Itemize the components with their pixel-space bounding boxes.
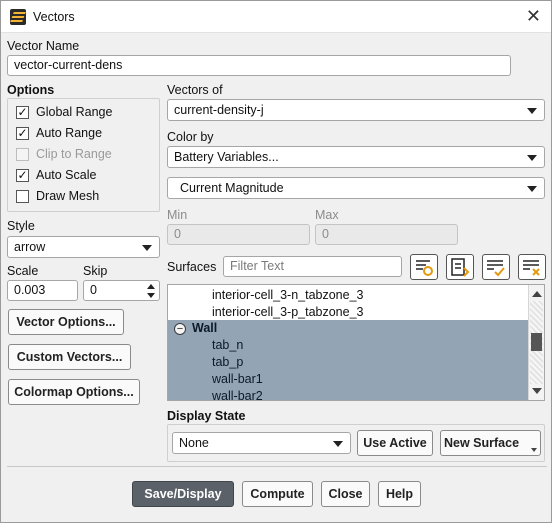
compute-button[interactable]: Compute [242, 481, 313, 507]
chevron-down-icon [333, 441, 343, 447]
list-item-label: wall-bar2 [212, 389, 263, 401]
display-state-dropdown[interactable]: None [172, 432, 351, 454]
new-surface-label: New Surface [444, 436, 520, 450]
scale-input[interactable]: 0.003 [7, 280, 78, 301]
color-by-quantity-value: Current Magnitude [180, 181, 284, 195]
select-all-icon[interactable] [410, 254, 438, 280]
help-button[interactable]: Help [378, 481, 421, 507]
color-by-label: Color by [167, 130, 214, 144]
list-item[interactable]: wall-bar2 [168, 388, 529, 401]
use-active-button[interactable]: Use Active [357, 430, 433, 456]
list-item[interactable]: interior-cell_3-n_tabzone_3 [212, 287, 363, 304]
window-title: Vectors [33, 10, 75, 24]
auto-scale-check-icon: ✓ [16, 168, 29, 182]
style-value: arrow [14, 240, 46, 254]
clear-selection-icon[interactable] [518, 254, 546, 280]
filter-list-icon[interactable] [446, 254, 474, 280]
surfaces-filter-input[interactable]: Filter Text [223, 256, 402, 277]
list-item-label: tab_p [212, 355, 244, 369]
color-by-category-dropdown[interactable]: Battery Variables... [167, 146, 545, 168]
list-group-wall[interactable]: − Wall [168, 320, 529, 337]
auto-range-label: Auto Range [36, 126, 103, 140]
surfaces-list[interactable]: interior-cell_3-n_tabzone_3 interior-cel… [167, 284, 545, 401]
style-dropdown[interactable]: arrow [7, 236, 160, 258]
vector-name-input[interactable]: vector-current-dens [7, 55, 511, 76]
custom-vectors-button[interactable]: Custom Vectors... [8, 344, 131, 370]
min-input[interactable]: 0 [167, 224, 310, 245]
scale-label: Scale [7, 264, 39, 278]
draw-mesh-label: Draw Mesh [36, 189, 100, 203]
skip-value: 0 [90, 283, 97, 297]
list-item[interactable]: wall-bar1 [168, 371, 529, 388]
footer-divider [7, 466, 547, 467]
max-input[interactable]: 0 [315, 224, 458, 245]
chevron-down-icon [527, 155, 537, 161]
scroll-up-icon[interactable] [532, 291, 542, 297]
clip-to-range-label: Clip to Range [36, 147, 112, 161]
list-item[interactable]: tab_p [168, 354, 529, 371]
stepper-up-icon[interactable] [147, 284, 155, 289]
color-by-category-value: Battery Variables... [174, 150, 279, 164]
clip-to-range-box-icon [16, 148, 29, 161]
collapse-icon[interactable]: − [174, 323, 186, 335]
close-button[interactable]: Close [321, 481, 370, 507]
chevron-down-icon [142, 245, 152, 251]
options-label: Options [7, 83, 55, 97]
list-item[interactable]: tab_n [168, 337, 529, 354]
check-all-icon[interactable] [482, 254, 510, 280]
surfaces-scrollbar[interactable] [528, 285, 544, 400]
min-label: Min [167, 208, 188, 222]
global-range-label: Global Range [36, 105, 113, 119]
dropdown-indicator-icon [531, 448, 537, 452]
scroll-thumb[interactable] [531, 333, 542, 351]
stepper-down-icon[interactable] [147, 293, 155, 298]
chevron-down-icon [527, 108, 537, 114]
draw-mesh-box-icon [16, 190, 29, 203]
chevron-down-icon [527, 186, 537, 192]
app-icon [10, 9, 26, 25]
group-label: Wall [192, 321, 218, 335]
display-state-value: None [179, 436, 209, 450]
close-icon[interactable]: ✕ [526, 6, 541, 26]
auto-range-check-icon: ✓ [16, 126, 29, 140]
skip-stepper[interactable]: 0 [83, 280, 160, 301]
vector-name-label: Vector Name [7, 39, 80, 53]
save-display-button[interactable]: Save/Display [132, 481, 234, 507]
new-surface-button[interactable]: New Surface [440, 430, 541, 456]
auto-scale-label: Auto Scale [36, 168, 97, 182]
surfaces-label: Surfaces [167, 260, 217, 274]
global-range-check-icon: ✓ [16, 105, 29, 119]
list-item-label: wall-bar1 [212, 372, 263, 386]
skip-label: Skip [83, 264, 108, 278]
max-label: Max [315, 208, 339, 222]
colormap-options-button[interactable]: Colormap Options... [8, 379, 140, 405]
vector-options-button[interactable]: Vector Options... [8, 309, 124, 335]
vectors-dialog: Vectors ✕ Vector Name vector-current-den… [0, 0, 552, 523]
list-item[interactable]: interior-cell_3-p_tabzone_3 [212, 304, 363, 321]
list-item-label: tab_n [212, 338, 244, 352]
scroll-down-icon[interactable] [532, 388, 542, 394]
title-bar: Vectors ✕ [1, 1, 551, 33]
vectors-of-value: current-density-j [174, 103, 264, 117]
color-by-quantity-dropdown[interactable]: Current Magnitude [167, 177, 545, 199]
display-state-label: Display State [167, 409, 246, 423]
vectors-of-dropdown[interactable]: current-density-j [167, 99, 545, 121]
vectors-of-label: Vectors of [167, 83, 223, 97]
style-label: Style [7, 219, 35, 233]
